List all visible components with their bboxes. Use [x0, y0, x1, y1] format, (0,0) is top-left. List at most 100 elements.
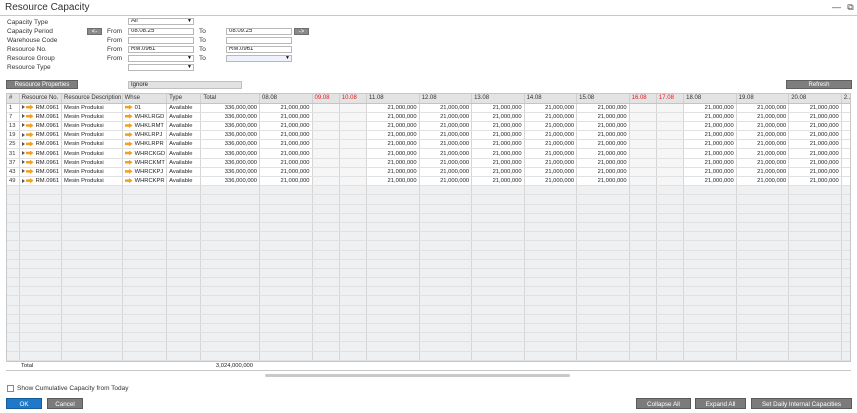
column-header[interactable]: 18.08 — [683, 94, 737, 104]
ok-button[interactable]: OK — [6, 398, 42, 409]
link-arrow-icon[interactable] — [124, 168, 133, 174]
refresh-button[interactable]: Refresh — [786, 80, 852, 89]
capacity-grid[interactable]: # Resource No. Resource Description Whse Typ… — [6, 93, 851, 371]
table-cell — [339, 332, 368, 343]
expand-arrow-icon[interactable] — [21, 105, 25, 110]
table-row[interactable]: 7 RM.0961 Mesin Produksi WHKLRGD Available 33… — [7, 112, 850, 122]
table-cell — [122, 341, 168, 352]
next-period-button[interactable]: -> — [294, 28, 309, 35]
table-cell — [200, 351, 260, 361]
column-header[interactable]: 10.08 — [339, 94, 368, 104]
column-header[interactable]: 12.08 — [419, 94, 473, 104]
cell-value: 21,000,000 — [597, 132, 627, 139]
expand-arrow-icon[interactable] — [21, 151, 25, 156]
column-header[interactable]: 11.08 — [366, 94, 420, 104]
resource-from-field[interactable]: RM.0961 — [128, 46, 194, 53]
resource-to-field[interactable]: RM.0961 — [226, 46, 292, 53]
table-cell — [524, 185, 578, 196]
expand-arrow-icon[interactable] — [21, 141, 25, 146]
expand-arrow-icon[interactable] — [21, 160, 25, 165]
table-cell — [339, 158, 368, 168]
warehouse-from-field[interactable] — [128, 37, 194, 44]
group-from-select[interactable]: ▼ — [128, 55, 194, 62]
table-row[interactable]: 31 RM.0961 Mesin Produksi WHRCKGD Available 3… — [7, 148, 850, 159]
table-cell — [788, 323, 842, 334]
table-row[interactable]: 13 RM.0961 Mesin Produksi WHKLRMT Available 3… — [7, 121, 850, 132]
table-row[interactable]: 19 RM.0961 Mesin Produksi WHKLRPJ Available 3… — [7, 130, 850, 141]
table-row[interactable]: 43 RM.0961 Mesin Produksi WHRCKPJ Available 3… — [7, 167, 850, 178]
expand-arrow-icon[interactable] — [21, 114, 25, 119]
prev-period-button[interactable]: <- — [87, 28, 102, 35]
group-to-select[interactable]: ▼ — [226, 55, 292, 62]
column-header[interactable]: 19.08 — [736, 94, 790, 104]
expand-all-button[interactable]: Expand All — [695, 398, 746, 409]
resource-type-select[interactable]: ▼ — [128, 64, 194, 71]
expand-arrow-icon[interactable] — [21, 123, 25, 128]
link-arrow-icon[interactable] — [124, 122, 133, 128]
cell-value: 336,000,000 — [224, 168, 257, 175]
period-from-field[interactable]: 08.08.25 — [128, 28, 194, 35]
cumulative-label: Show Cumulative Capacity from Today — [17, 385, 129, 392]
link-arrow-icon[interactable] — [25, 159, 34, 165]
link-arrow-icon[interactable] — [25, 150, 34, 156]
table-cell — [629, 204, 657, 214]
cell-value: 21,000,000 — [757, 178, 787, 185]
table-row[interactable]: 49 RM.0961 Mesin Produksi WHRCKPR Available 3… — [7, 176, 850, 187]
expand-arrow-icon[interactable] — [21, 178, 25, 183]
link-arrow-icon[interactable] — [25, 141, 34, 147]
column-header[interactable]: Total — [200, 94, 260, 104]
table-cell — [312, 158, 340, 168]
column-header[interactable]: 16.08 — [629, 94, 657, 104]
link-arrow-icon[interactable] — [25, 122, 34, 128]
column-header[interactable]: 20.08 — [788, 94, 842, 104]
table-cell — [166, 351, 202, 361]
expand-arrow-icon[interactable] — [21, 132, 25, 137]
period-to-field[interactable]: 08.09.25 — [226, 28, 292, 35]
ignore-field[interactable]: Ignore — [128, 81, 242, 89]
link-arrow-icon[interactable] — [25, 168, 34, 174]
expand-arrow-icon[interactable] — [21, 169, 25, 174]
cancel-button[interactable]: Cancel — [47, 398, 83, 409]
link-arrow-icon[interactable] — [124, 141, 133, 147]
restore-icon[interactable]: ⧉ — [845, 2, 856, 13]
column-header[interactable]: 15.08 — [576, 94, 630, 104]
link-arrow-icon[interactable] — [25, 132, 34, 138]
link-arrow-icon[interactable] — [124, 159, 133, 165]
column-header[interactable]: # — [7, 94, 20, 104]
link-arrow-icon[interactable] — [124, 113, 133, 119]
link-arrow-icon[interactable] — [124, 104, 133, 110]
set-daily-capacities-button[interactable]: Set Daily Internal Capacities — [751, 398, 852, 409]
cumulative-checkbox[interactable] — [7, 385, 14, 392]
table-cell — [629, 103, 657, 113]
link-arrow-icon[interactable] — [124, 132, 133, 138]
link-arrow-icon[interactable] — [124, 178, 133, 184]
table-cell: 21,000,000 — [683, 158, 737, 168]
column-header[interactable]: 09.08 — [312, 94, 340, 104]
table-cell — [312, 341, 340, 352]
link-arrow-icon[interactable] — [25, 113, 34, 119]
table-row[interactable]: 1 RM.0961 Mesin Produksi 01 Available 336,000… — [7, 103, 850, 113]
horizontal-scrollbar[interactable] — [265, 374, 570, 377]
resource-properties-button[interactable]: Resource Properties — [6, 80, 78, 89]
link-arrow-icon[interactable] — [124, 150, 133, 156]
column-header[interactable]: Type — [166, 94, 202, 104]
link-arrow-icon[interactable] — [25, 178, 34, 184]
column-header[interactable]: 14.08 — [524, 94, 578, 104]
column-header[interactable]: 17.08 — [656, 94, 685, 104]
column-header[interactable]: Resource Description — [61, 94, 123, 104]
table-row[interactable]: 37 RM.0961 Mesin Produksi WHRCKMT Available 3… — [7, 158, 850, 168]
column-header[interactable]: 2... — [841, 94, 850, 104]
column-header[interactable]: Whse — [122, 94, 168, 104]
warehouse-to-field[interactable] — [226, 37, 292, 44]
minimize-icon[interactable]: — — [831, 2, 842, 13]
collapse-all-button[interactable]: Collapse All — [636, 398, 691, 409]
column-header[interactable]: 08.08 — [259, 94, 313, 104]
capacity-type-select[interactable]: All ▼ — [128, 18, 194, 25]
column-header[interactable]: 13.08 — [471, 94, 525, 104]
table-cell — [259, 314, 313, 325]
table-cell — [736, 194, 790, 205]
link-arrow-icon[interactable] — [25, 104, 34, 110]
table-row[interactable]: 25 RM.0961 Mesin Produksi WHKLRPR Available 3… — [7, 139, 850, 150]
column-header[interactable]: Resource No. — [19, 94, 63, 104]
table-cell: 21,000,000 — [471, 121, 525, 132]
